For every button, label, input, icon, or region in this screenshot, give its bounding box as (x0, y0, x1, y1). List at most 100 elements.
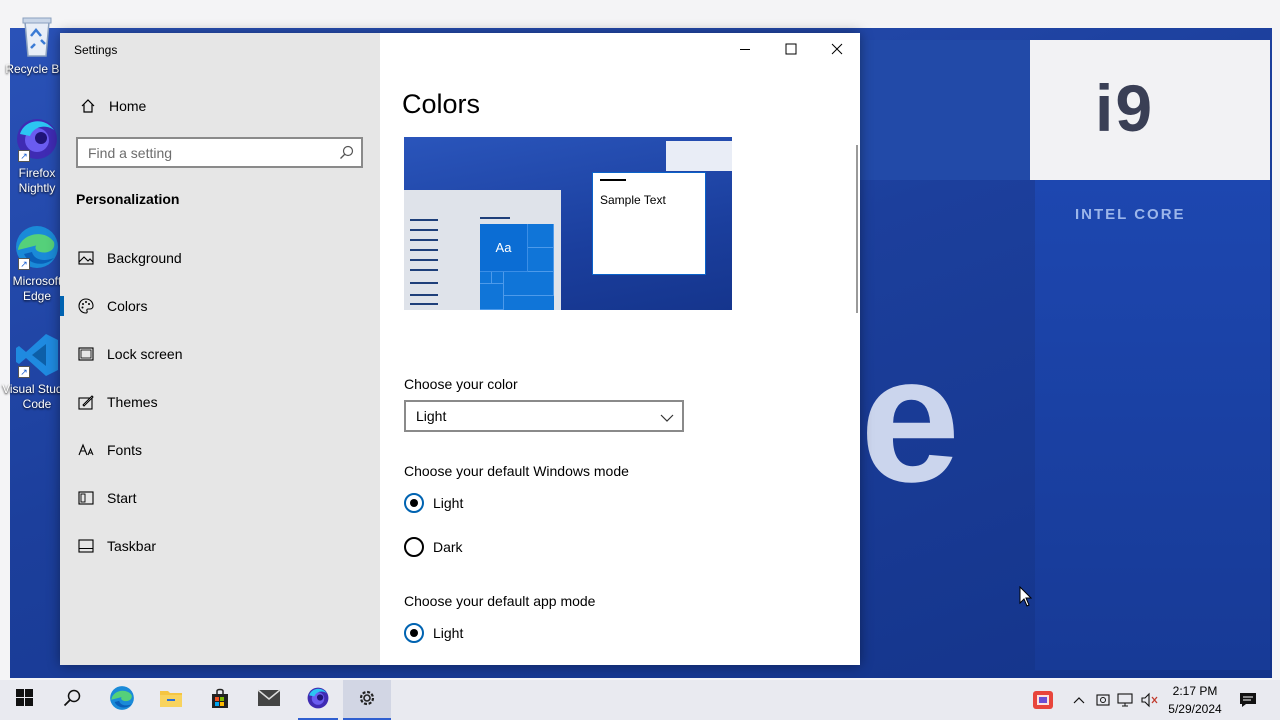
app-mode-label: Choose your default app mode (404, 593, 596, 609)
sidebar-item-taskbar[interactable]: Taskbar (60, 526, 380, 566)
preview-menu-line (410, 229, 438, 231)
content-pane: Colors Aa Sample Text Choose your color … (380, 33, 860, 665)
windows-logo-icon (15, 689, 33, 711)
notifications-icon[interactable] (1238, 690, 1258, 710)
meet-now-icon[interactable] (1093, 690, 1113, 710)
taskbar-microsoft-store[interactable] (196, 680, 244, 720)
recycle-bin-icon (14, 12, 60, 58)
search-input[interactable] (88, 144, 328, 161)
picture-icon (76, 248, 96, 268)
windows-mode-dark-radio[interactable]: Dark (404, 537, 463, 557)
edge-icon: ↗ (14, 224, 60, 270)
taskbar: 2:17 PM 5/29/2024 (0, 680, 1280, 720)
preview-menu-line (410, 219, 438, 221)
sidebar-item-lock-screen[interactable]: Lock screen (60, 334, 380, 374)
sidebar-item-label: Fonts (107, 442, 143, 458)
taskbar-file-explorer[interactable] (147, 680, 195, 720)
preview-window: Sample Text (592, 172, 706, 275)
minimize-button[interactable] (722, 33, 768, 65)
start-icon (76, 488, 96, 508)
edge-icon (109, 685, 135, 716)
clock[interactable]: 2:17 PM 5/29/2024 (1160, 682, 1230, 718)
page-title: Colors (402, 89, 481, 119)
clock-time: 2:17 PM (1172, 684, 1218, 698)
taskbar-firefox-nightly[interactable] (294, 680, 342, 720)
taskbar-settings[interactable] (343, 680, 391, 720)
sidebar-item-label: Start (107, 490, 137, 506)
wallpaper-brand-text: i9 (1095, 71, 1155, 145)
firefox-nightly-icon (306, 686, 330, 715)
clock-date: 5/29/2024 (1168, 702, 1222, 716)
window-title: Settings (74, 43, 118, 57)
mouse-cursor-icon (1019, 585, 1033, 613)
sidebar-item-fonts[interactable]: Fonts (60, 430, 380, 470)
sidebar-item-themes[interactable]: Themes (60, 382, 380, 422)
preview-tile (504, 272, 554, 296)
wallpaper-letter: e (860, 319, 961, 520)
preview-tile (492, 272, 504, 284)
lock-screen-icon (76, 344, 96, 364)
preview-sample-text: Sample Text (600, 193, 666, 207)
search-icon (63, 689, 81, 712)
office-tray-icon[interactable] (1031, 688, 1055, 712)
preview-menu-line (410, 249, 438, 251)
search-icon[interactable] (339, 145, 354, 163)
preview-tile (528, 248, 554, 272)
radio-dot (404, 537, 424, 557)
taskbar-search-button[interactable] (48, 680, 96, 720)
radio-dot (404, 623, 424, 643)
radio-label: Dark (433, 539, 463, 555)
preview-header-line (480, 217, 510, 219)
maximize-button[interactable] (768, 33, 814, 65)
windows-mode-light-radio[interactable]: Light (404, 493, 463, 513)
choose-color-value: Light (416, 408, 447, 424)
preview-tile (480, 284, 504, 310)
store-icon (209, 687, 231, 714)
sidebar-item-background[interactable]: Background (60, 238, 380, 278)
taskbar-icon (76, 536, 96, 556)
shortcut-arrow-icon: ↗ (18, 258, 30, 270)
preview-menu-line (410, 294, 438, 296)
sidebar: Settings Home Personalization Background (60, 33, 380, 665)
home-icon (78, 96, 98, 116)
sidebar-item-label: Lock screen (107, 346, 183, 362)
nav-home-label: Home (109, 98, 147, 114)
firefox-nightly-icon: ↗ (14, 116, 60, 162)
taskbar-mail[interactable] (245, 680, 293, 720)
gear-icon (357, 688, 377, 713)
sidebar-item-colors[interactable]: Colors (60, 286, 380, 326)
section-title: Personalization (76, 191, 180, 207)
font-icon (76, 440, 96, 460)
radio-label: Light (433, 495, 464, 511)
scrollbar-thumb[interactable] (856, 145, 858, 313)
vscode-icon: ↗ (14, 332, 60, 378)
preview-window-titlebar (600, 179, 626, 181)
taskbar-edge[interactable] (98, 680, 146, 720)
preview-menu-line (410, 303, 438, 305)
settings-window: Settings Home Personalization Background (60, 33, 860, 665)
nav-home[interactable]: Home (60, 89, 380, 123)
brush-icon (76, 392, 96, 412)
choose-color-dropdown[interactable]: Light (404, 400, 684, 432)
volume-muted-icon[interactable] (1140, 690, 1160, 710)
close-button[interactable] (814, 33, 860, 65)
start-button[interactable] (0, 680, 48, 720)
color-preview: Aa Sample Text (404, 137, 732, 310)
windows-mode-label: Choose your default Windows mode (404, 463, 629, 479)
sidebar-item-label: Background (107, 250, 182, 266)
wallpaper-sub-text: INTEL CORE (1075, 206, 1186, 223)
app-mode-light-radio[interactable]: Light (404, 623, 463, 643)
chevron-up-icon[interactable] (1069, 690, 1089, 710)
preview-tiles: Aa (480, 224, 554, 310)
shortcut-arrow-icon: ↗ (18, 366, 30, 378)
wallpaper-box (860, 40, 1030, 180)
preview-wallpaper-detail (666, 141, 732, 171)
network-icon[interactable] (1116, 690, 1136, 710)
wallpaper-box-side (1035, 180, 1270, 670)
sidebar-item-start[interactable]: Start (60, 478, 380, 518)
chevron-down-icon (660, 410, 674, 426)
sidebar-item-label: Taskbar (107, 538, 157, 554)
sidebar-item-label: Colors (107, 298, 148, 314)
preview-tile (528, 224, 554, 248)
search-box[interactable] (76, 137, 363, 168)
